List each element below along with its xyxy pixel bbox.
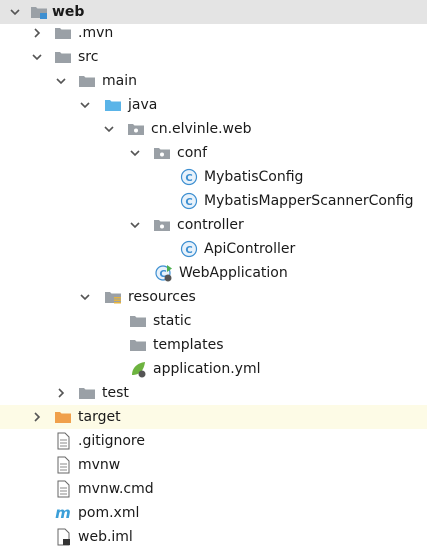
svg-text:C: C [185, 197, 192, 208]
tree-label-target: target [78, 409, 121, 425]
text-file-icon [57, 432, 70, 450]
tree-row-mvnw-cmd[interactable]: mvnw.cmd [0, 477, 427, 501]
tree-row-mybatis-scanner-config[interactable]: C MybatisMapperScannerConfig [0, 189, 427, 213]
tree-row-application-yml[interactable]: application.yml [0, 357, 427, 381]
tree-row-java[interactable]: java [0, 93, 427, 117]
tree-label-mybatis-config: MybatisConfig [204, 169, 304, 185]
text-file-icon [57, 480, 70, 498]
chevron-down-icon[interactable] [128, 218, 142, 232]
chevron-down-icon[interactable] [128, 146, 142, 160]
folder-icon [79, 76, 95, 87]
tree-label-web-application: WebApplication [179, 265, 288, 281]
tree-row-api-controller[interactable]: C ApiController [0, 237, 427, 261]
tree-label-pom-xml: pom.xml [78, 505, 140, 521]
package-icon [154, 220, 170, 231]
tree-row-templates[interactable]: templates [0, 333, 427, 357]
svg-text:C: C [185, 245, 192, 256]
tree-label-gitignore: .gitignore [78, 433, 145, 449]
source-folder-icon [105, 100, 121, 111]
class-icon: C [180, 192, 198, 210]
tree-row-target[interactable]: target [0, 405, 427, 429]
class-icon: C [180, 168, 198, 186]
tree-label-static: static [153, 313, 192, 329]
tree-row-mvnw[interactable]: mvnw [0, 453, 427, 477]
chevron-down-icon[interactable] [54, 74, 68, 88]
tree-label-web-iml: web.iml [78, 529, 133, 545]
maven-icon: m [55, 504, 71, 522]
class-icon: C [180, 240, 198, 258]
folder-icon [55, 28, 71, 39]
chevron-down-icon[interactable] [30, 50, 44, 64]
package-icon [128, 124, 144, 135]
module-folder-icon [31, 7, 47, 19]
tree-label-mybatis-scanner-config: MybatisMapperScannerConfig [204, 193, 414, 209]
tree-row-web-application[interactable]: C WebApplication [0, 261, 427, 285]
svg-text:C: C [185, 173, 192, 184]
tree-label-application-yml: application.yml [153, 361, 261, 377]
tree-row-main[interactable]: main [0, 69, 427, 93]
chevron-down-icon[interactable] [78, 290, 92, 304]
tree-row-web-iml[interactable]: web.iml [0, 525, 427, 549]
tree-label-java: java [128, 97, 158, 113]
tree-label-web: web [52, 4, 85, 20]
package-icon [154, 148, 170, 159]
tree-label-test: test [102, 385, 129, 401]
resources-folder-icon [105, 292, 121, 304]
tree-row-mybatis-config[interactable]: C MybatisConfig [0, 165, 427, 189]
module-file-icon [57, 528, 70, 546]
tree-label-mvnw-cmd: mvnw.cmd [78, 481, 154, 497]
svg-text:m: m [55, 504, 71, 522]
chevron-down-icon[interactable] [78, 98, 92, 112]
chevron-down-icon[interactable] [102, 122, 116, 136]
chevron-right-icon[interactable] [30, 410, 44, 424]
tree-label-main: main [102, 73, 137, 89]
tree-label-conf: conf [177, 145, 208, 161]
tree-row-mvn[interactable]: .mvn [0, 21, 427, 45]
tree-row-resources[interactable]: resources [0, 285, 427, 309]
tree-row-gitignore[interactable]: .gitignore [0, 429, 427, 453]
spring-boot-class-icon: C [155, 265, 172, 282]
tree-label-templates: templates [153, 337, 224, 353]
tree-label-controller: controller [177, 217, 244, 233]
project-tree: web .mvn src main java cn.elvinle.web co… [0, 0, 427, 547]
chevron-right-icon[interactable] [30, 26, 44, 40]
tree-row-conf[interactable]: conf [0, 141, 427, 165]
folder-icon [79, 388, 95, 399]
tree-label-mvn: .mvn [78, 25, 114, 41]
excluded-folder-icon [55, 412, 71, 423]
tree-row-controller[interactable]: controller [0, 213, 427, 237]
tree-label-package: cn.elvinle.web [151, 121, 252, 137]
tree-label-resources: resources [128, 289, 196, 305]
chevron-right-icon[interactable] [54, 386, 68, 400]
tree-row-test[interactable]: test [0, 381, 427, 405]
tree-label-src: src [78, 49, 99, 65]
folder-icon [130, 340, 146, 351]
folder-icon [55, 52, 71, 63]
tree-row-static[interactable]: static [0, 309, 427, 333]
tree-label-mvnw: mvnw [78, 457, 121, 473]
chevron-down-icon[interactable] [8, 5, 22, 19]
tree-row-pom-xml[interactable]: m pom.xml [0, 501, 427, 525]
folder-icon [130, 316, 146, 327]
tree-row-package[interactable]: cn.elvinle.web [0, 117, 427, 141]
tree-label-api-controller: ApiController [204, 241, 296, 257]
text-file-icon [57, 456, 70, 474]
spring-config-icon [132, 362, 146, 378]
tree-row-src[interactable]: src [0, 45, 427, 69]
